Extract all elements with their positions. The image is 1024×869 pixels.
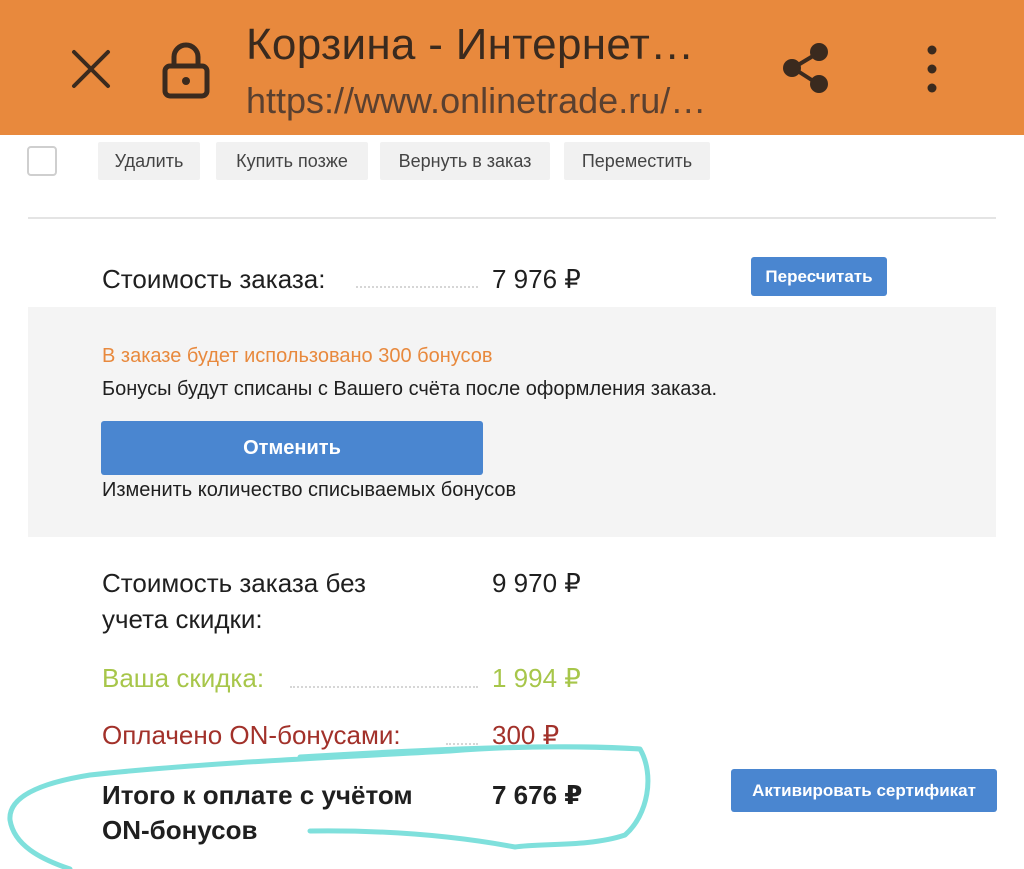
dotted-leader <box>446 743 478 745</box>
divider <box>28 217 996 219</box>
more-vertical-icon[interactable] <box>908 40 956 100</box>
delete-button[interactable]: Удалить <box>98 142 200 180</box>
discount-label: Ваша скидка: <box>102 663 265 693</box>
change-bonus-amount-link[interactable]: Изменить количество списываемых бонусов <box>102 479 516 502</box>
bonus-info-text: Бонусы будут списаны с Вашего счёта посл… <box>102 378 717 400</box>
recalculate-button[interactable]: Пересчитать <box>751 257 887 296</box>
total-label-line2: ON-бонусов <box>102 815 258 845</box>
browser-toolbar: Корзина - Интернет… https://www.onlinetr… <box>0 0 1024 135</box>
bonus-paid-value: 300 ₽ <box>492 720 560 750</box>
page-title: Корзина - Интернет… <box>246 20 695 69</box>
cancel-bonus-button[interactable]: Отменить <box>101 421 483 475</box>
page-url[interactable]: https://www.onlinetrade.ru/… <box>246 80 706 122</box>
activate-certificate-button[interactable]: Активировать сертификат <box>731 769 997 812</box>
total-value: 7 676 ₽ <box>492 780 583 810</box>
lock-icon <box>160 40 212 100</box>
select-all-checkbox[interactable] <box>27 146 57 176</box>
no-discount-label-line1: Стоимость заказа без <box>102 568 366 598</box>
buy-later-button[interactable]: Купить позже <box>216 142 368 180</box>
return-to-order-button[interactable]: Вернуть в заказ <box>380 142 550 180</box>
move-button[interactable]: Переместить <box>564 142 710 180</box>
close-icon[interactable] <box>64 42 118 96</box>
order-cost-value: 7 976 ₽ <box>492 264 581 294</box>
dotted-leader <box>290 686 478 688</box>
order-cost-label: Стоимость заказа: <box>102 264 326 294</box>
discount-value: 1 994 ₽ <box>492 663 581 693</box>
no-discount-label-line2: учета скидки: <box>102 604 263 634</box>
bonus-paid-label: Оплачено ON-бонусами: <box>102 720 401 750</box>
bonus-usage-note: В заказе будет использовано 300 бонусов <box>102 345 493 367</box>
total-label-line1: Итого к оплате с учётом <box>102 780 413 810</box>
share-icon[interactable] <box>776 38 836 98</box>
no-discount-value: 9 970 ₽ <box>492 568 581 598</box>
dotted-leader <box>356 286 478 288</box>
